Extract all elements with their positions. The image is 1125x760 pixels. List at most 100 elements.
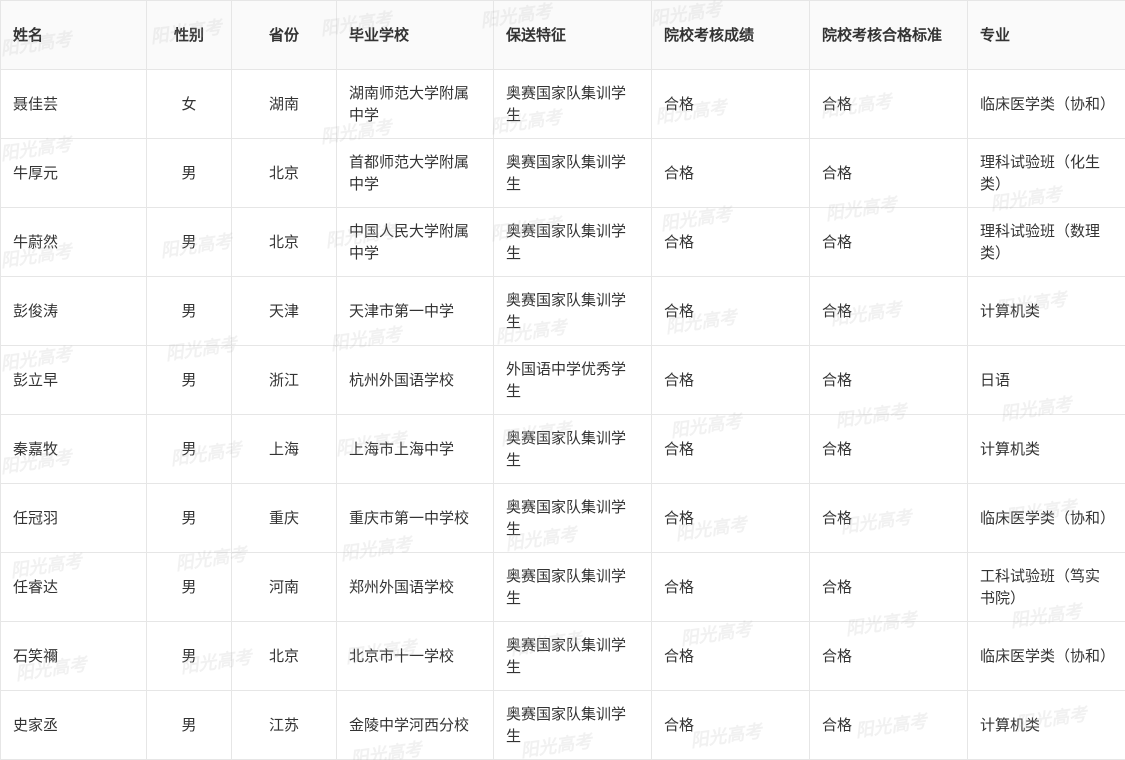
cell-score: 合格 — [651, 207, 810, 277]
cell-standard: 合格 — [809, 414, 968, 484]
cell-score: 合格 — [651, 483, 810, 553]
cell-province: 北京 — [231, 207, 337, 277]
cell-school: 湖南师范大学附属中学 — [336, 69, 494, 139]
cell-name: 牛厚元 — [0, 138, 147, 208]
cell-major: 日语 — [967, 345, 1125, 415]
table-row: 石笑禰 男 北京 北京市十一学校 奥赛国家队集训学生 合格 合格 临床医学类（协… — [0, 621, 1125, 691]
cell-feature: 外国语中学优秀学生 — [493, 345, 652, 415]
table-row: 彭立早 男 浙江 杭州外国语学校 外国语中学优秀学生 合格 合格 日语 — [0, 345, 1125, 415]
cell-major: 临床医学类（协和） — [967, 483, 1125, 553]
cell-school: 中国人民大学附属中学 — [336, 207, 494, 277]
cell-score: 合格 — [651, 621, 810, 691]
cell-standard: 合格 — [809, 483, 968, 553]
header-major: 专业 — [967, 0, 1125, 70]
cell-school: 郑州外国语学校 — [336, 552, 494, 622]
cell-name: 彭立早 — [0, 345, 147, 415]
cell-gender: 男 — [146, 552, 232, 622]
cell-gender: 男 — [146, 207, 232, 277]
table-row: 任冠羽 男 重庆 重庆市第一中学校 奥赛国家队集训学生 合格 合格 临床医学类（… — [0, 483, 1125, 553]
header-school: 毕业学校 — [336, 0, 494, 70]
cell-feature: 奥赛国家队集训学生 — [493, 621, 652, 691]
cell-school: 重庆市第一中学校 — [336, 483, 494, 553]
cell-feature: 奥赛国家队集训学生 — [493, 69, 652, 139]
cell-standard: 合格 — [809, 207, 968, 277]
cell-province: 江苏 — [231, 690, 337, 760]
header-score: 院校考核成绩 — [651, 0, 810, 70]
cell-school: 杭州外国语学校 — [336, 345, 494, 415]
cell-standard: 合格 — [809, 69, 968, 139]
header-row: 姓名 性别 省份 毕业学校 保送特征 院校考核成绩 院校考核合格标准 专业 — [0, 0, 1125, 70]
table-row: 彭俊涛 男 天津 天津市第一中学 奥赛国家队集训学生 合格 合格 计算机类 — [0, 276, 1125, 346]
table-row: 聂佳芸 女 湖南 湖南师范大学附属中学 奥赛国家队集训学生 合格 合格 临床医学… — [0, 69, 1125, 139]
cell-standard: 合格 — [809, 345, 968, 415]
header-feature: 保送特征 — [493, 0, 652, 70]
cell-standard: 合格 — [809, 621, 968, 691]
cell-feature: 奥赛国家队集训学生 — [493, 414, 652, 484]
cell-province: 重庆 — [231, 483, 337, 553]
cell-major: 临床医学类（协和） — [967, 69, 1125, 139]
cell-name: 石笑禰 — [0, 621, 147, 691]
cell-feature: 奥赛国家队集训学生 — [493, 483, 652, 553]
cell-major: 计算机类 — [967, 276, 1125, 346]
cell-school: 金陵中学河西分校 — [336, 690, 494, 760]
cell-province: 北京 — [231, 621, 337, 691]
cell-school: 上海市上海中学 — [336, 414, 494, 484]
cell-standard: 合格 — [809, 552, 968, 622]
cell-name: 任冠羽 — [0, 483, 147, 553]
cell-standard: 合格 — [809, 276, 968, 346]
cell-gender: 男 — [146, 621, 232, 691]
cell-feature: 奥赛国家队集训学生 — [493, 138, 652, 208]
cell-gender: 男 — [146, 345, 232, 415]
cell-major: 计算机类 — [967, 690, 1125, 760]
header-standard: 院校考核合格标准 — [809, 0, 968, 70]
cell-name: 史家丞 — [0, 690, 147, 760]
cell-gender: 女 — [146, 69, 232, 139]
cell-standard: 合格 — [809, 138, 968, 208]
cell-score: 合格 — [651, 138, 810, 208]
cell-score: 合格 — [651, 414, 810, 484]
header-gender: 性别 — [146, 0, 232, 70]
cell-gender: 男 — [146, 138, 232, 208]
cell-province: 河南 — [231, 552, 337, 622]
header-name: 姓名 — [0, 0, 147, 70]
cell-feature: 奥赛国家队集训学生 — [493, 552, 652, 622]
table-row: 秦嘉牧 男 上海 上海市上海中学 奥赛国家队集训学生 合格 合格 计算机类 — [0, 414, 1125, 484]
cell-province: 浙江 — [231, 345, 337, 415]
cell-name: 牛蔚然 — [0, 207, 147, 277]
cell-school: 天津市第一中学 — [336, 276, 494, 346]
cell-major: 理科试验班（数理类） — [967, 207, 1125, 277]
cell-standard: 合格 — [809, 690, 968, 760]
cell-major: 临床医学类（协和） — [967, 621, 1125, 691]
table-row: 任睿达 男 河南 郑州外国语学校 奥赛国家队集训学生 合格 合格 工科试验班（笃… — [0, 552, 1125, 622]
table-row: 牛厚元 男 北京 首都师范大学附属中学 奥赛国家队集训学生 合格 合格 理科试验… — [0, 138, 1125, 208]
cell-feature: 奥赛国家队集训学生 — [493, 207, 652, 277]
cell-score: 合格 — [651, 345, 810, 415]
cell-province: 天津 — [231, 276, 337, 346]
cell-score: 合格 — [651, 552, 810, 622]
admission-table: 姓名 性别 省份 毕业学校 保送特征 院校考核成绩 院校考核合格标准 专业 聂佳… — [0, 0, 1125, 760]
cell-gender: 男 — [146, 276, 232, 346]
cell-gender: 男 — [146, 414, 232, 484]
cell-name: 聂佳芸 — [0, 69, 147, 139]
cell-name: 秦嘉牧 — [0, 414, 147, 484]
cell-major: 计算机类 — [967, 414, 1125, 484]
cell-score: 合格 — [651, 690, 810, 760]
cell-major: 工科试验班（笃实书院） — [967, 552, 1125, 622]
cell-name: 任睿达 — [0, 552, 147, 622]
table-row: 史家丞 男 江苏 金陵中学河西分校 奥赛国家队集训学生 合格 合格 计算机类 — [0, 690, 1125, 760]
cell-school: 北京市十一学校 — [336, 621, 494, 691]
cell-gender: 男 — [146, 690, 232, 760]
cell-province: 上海 — [231, 414, 337, 484]
table-row: 牛蔚然 男 北京 中国人民大学附属中学 奥赛国家队集训学生 合格 合格 理科试验… — [0, 207, 1125, 277]
cell-score: 合格 — [651, 69, 810, 139]
cell-province: 湖南 — [231, 69, 337, 139]
cell-province: 北京 — [231, 138, 337, 208]
cell-score: 合格 — [651, 276, 810, 346]
cell-major: 理科试验班（化生类） — [967, 138, 1125, 208]
cell-feature: 奥赛国家队集训学生 — [493, 690, 652, 760]
cell-name: 彭俊涛 — [0, 276, 147, 346]
header-province: 省份 — [231, 0, 337, 70]
cell-school: 首都师范大学附属中学 — [336, 138, 494, 208]
cell-gender: 男 — [146, 483, 232, 553]
cell-feature: 奥赛国家队集训学生 — [493, 276, 652, 346]
